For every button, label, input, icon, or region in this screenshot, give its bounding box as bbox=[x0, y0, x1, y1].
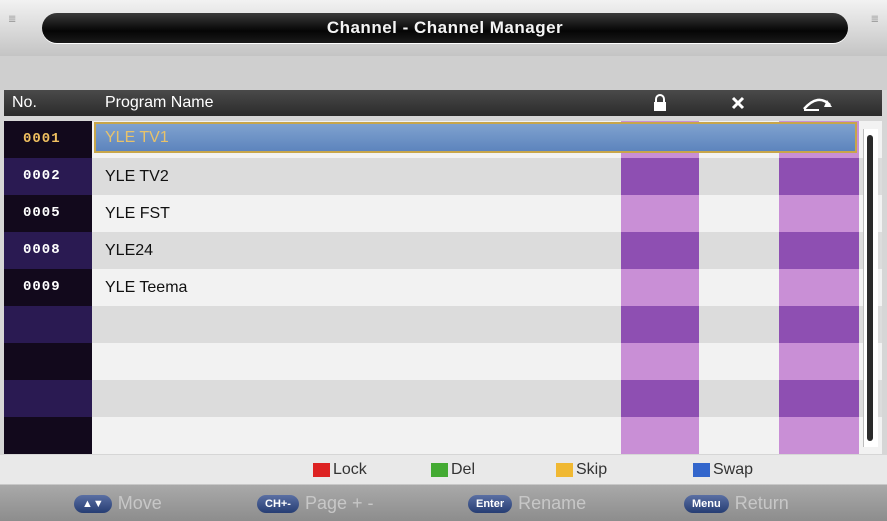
delete-cell[interactable] bbox=[699, 232, 779, 269]
remote-key-icon: Menu bbox=[684, 494, 729, 513]
legend-label: Del bbox=[451, 460, 476, 478]
delete-cell[interactable] bbox=[699, 417, 779, 454]
table-row[interactable]: 0005 YLE FST bbox=[4, 195, 882, 232]
table-row[interactable]: 0002 YLE TV2 bbox=[4, 158, 882, 195]
swap-cell[interactable] bbox=[779, 417, 859, 454]
table-row[interactable] bbox=[4, 306, 882, 343]
channel-number: 0005 bbox=[4, 195, 92, 232]
program-name: YLE FST bbox=[105, 205, 170, 222]
table-row[interactable]: 0001 YLE TV1 bbox=[4, 121, 882, 158]
color-swatch bbox=[431, 462, 448, 477]
lock-cell[interactable] bbox=[621, 269, 699, 306]
legend-lock: Lock bbox=[313, 455, 367, 484]
channel-manager-screen: ≣ ≣ Channel - Channel Manager No. Progra… bbox=[0, 0, 887, 521]
lock-icon bbox=[621, 90, 699, 116]
channel-number: 0002 bbox=[4, 158, 92, 195]
color-swatch bbox=[693, 462, 710, 477]
channel-number: 0008 bbox=[4, 232, 92, 269]
legend-label: Skip bbox=[576, 460, 608, 478]
swap-cell[interactable] bbox=[779, 380, 859, 417]
swap-cell[interactable] bbox=[779, 306, 859, 343]
table-header: No. Program Name bbox=[4, 90, 882, 116]
swap-cell[interactable] bbox=[779, 269, 859, 306]
program-name: YLE Teema bbox=[105, 279, 188, 296]
lock-cell[interactable] bbox=[621, 158, 699, 195]
lock-cell[interactable] bbox=[621, 306, 699, 343]
swap-cell[interactable] bbox=[779, 195, 859, 232]
lock-cell[interactable] bbox=[621, 417, 699, 454]
program-name bbox=[94, 343, 621, 380]
scrollbar[interactable] bbox=[863, 129, 878, 447]
delete-cell[interactable] bbox=[699, 343, 779, 380]
lock-cell[interactable] bbox=[621, 380, 699, 417]
close-icon bbox=[699, 90, 777, 116]
scrollbar-thumb[interactable] bbox=[867, 135, 873, 441]
channel-number bbox=[4, 343, 92, 380]
program-name bbox=[94, 306, 621, 343]
channel-number: 0001 bbox=[4, 121, 92, 158]
help-action-label: Move bbox=[117, 493, 162, 513]
channel-list: 0001 YLE TV1 0002 YLE TV2 0005 YLE FST 0008 YLE… bbox=[4, 121, 882, 454]
selected-program-name[interactable]: YLE TV1 bbox=[94, 122, 857, 153]
help-move: ▲▼ Move bbox=[74, 485, 162, 521]
program-name: YLE TV2 bbox=[105, 168, 169, 185]
legend-label: Lock bbox=[333, 460, 367, 478]
help-bar: ▲▼ Move CH+- Page + - Enter Rename Menu Return bbox=[0, 484, 887, 521]
help-action-label: Return bbox=[734, 493, 789, 513]
channel-number: 0009 bbox=[4, 269, 92, 306]
remote-key-icon: Enter bbox=[468, 494, 513, 513]
title-area: ≣ ≣ Channel - Channel Manager bbox=[0, 0, 887, 56]
legend-swap: Swap bbox=[693, 455, 753, 484]
channel-number bbox=[4, 417, 92, 454]
program-name: YLE24 bbox=[105, 242, 154, 259]
legend-label: Swap bbox=[713, 460, 754, 478]
title-bar: Channel - Channel Manager bbox=[42, 13, 848, 43]
color-swatch bbox=[313, 462, 330, 477]
program-name bbox=[94, 417, 621, 454]
delete-cell[interactable] bbox=[699, 158, 779, 195]
help-action-label: Rename bbox=[518, 493, 587, 513]
remote-key-icon: ▲▼ bbox=[74, 494, 112, 513]
delete-cell[interactable] bbox=[699, 195, 779, 232]
table-row[interactable] bbox=[4, 380, 882, 417]
delete-cell[interactable] bbox=[699, 306, 779, 343]
remote-key-icon: CH+- bbox=[257, 494, 299, 513]
program-name bbox=[94, 380, 621, 417]
help-page: CH+- Page + - bbox=[257, 485, 374, 521]
lock-cell[interactable] bbox=[621, 343, 699, 380]
swap-cell[interactable] bbox=[779, 232, 859, 269]
delete-cell[interactable] bbox=[699, 380, 779, 417]
legend-skip: Skip bbox=[556, 455, 607, 484]
delete-cell[interactable] bbox=[699, 269, 779, 306]
column-header-no: No. bbox=[12, 94, 37, 111]
table-row[interactable] bbox=[4, 343, 882, 380]
lock-cell[interactable] bbox=[621, 232, 699, 269]
corner-decoration-icon: ≣ bbox=[870, 14, 879, 25]
table-row[interactable]: 0009 YLE Teema bbox=[4, 269, 882, 306]
channel-number bbox=[4, 380, 92, 417]
corner-decoration-icon: ≣ bbox=[8, 14, 17, 25]
channel-number bbox=[4, 306, 92, 343]
color-legend: Lock Del Skip Swap bbox=[0, 455, 887, 484]
help-rename: Enter Rename bbox=[468, 485, 586, 521]
lock-cell[interactable] bbox=[621, 195, 699, 232]
spacer bbox=[0, 56, 887, 90]
color-swatch bbox=[556, 462, 573, 477]
help-action-label: Page + - bbox=[304, 493, 374, 513]
table-row[interactable] bbox=[4, 417, 882, 454]
page-title: Channel - Channel Manager bbox=[326, 18, 564, 37]
swap-cell[interactable] bbox=[779, 158, 859, 195]
help-return: Menu Return bbox=[684, 485, 789, 521]
table-row[interactable]: 0008 YLE24 bbox=[4, 232, 882, 269]
legend-del: Del bbox=[431, 455, 475, 484]
swap-arrow-icon bbox=[779, 90, 857, 116]
swap-cell[interactable] bbox=[779, 343, 859, 380]
column-header-program-name: Program Name bbox=[105, 94, 214, 111]
